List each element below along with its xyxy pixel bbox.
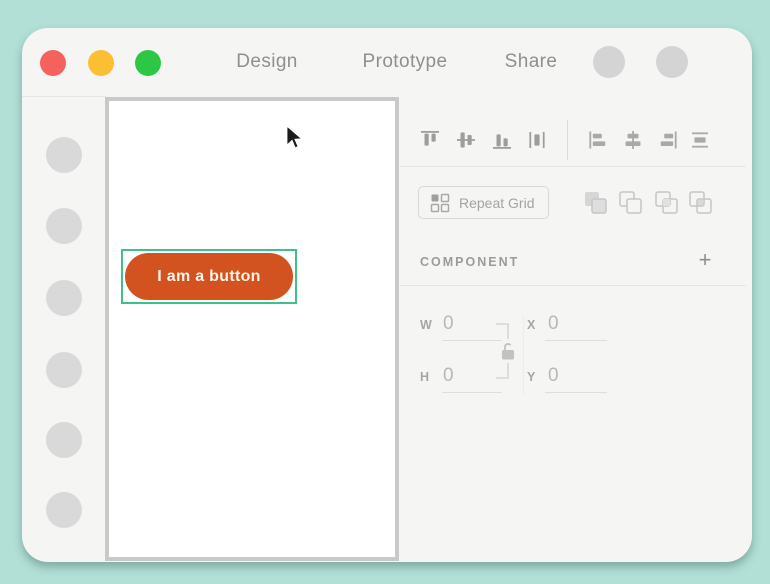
x-field-label: X bbox=[527, 318, 535, 332]
toolbar-tool-4[interactable] bbox=[46, 352, 82, 388]
close-window-button[interactable] bbox=[40, 50, 66, 76]
align-middle-icon[interactable] bbox=[455, 129, 477, 151]
width-field-label: W bbox=[420, 318, 432, 332]
align-group-divider bbox=[567, 120, 568, 160]
y-field-underline bbox=[545, 392, 607, 393]
height-field-underline bbox=[442, 392, 502, 393]
align-center-icon[interactable] bbox=[622, 129, 644, 151]
toolbar-tool-5[interactable] bbox=[46, 422, 82, 458]
header-divider bbox=[22, 96, 106, 97]
lock-aspect-ratio-toggle[interactable] bbox=[482, 318, 518, 384]
lock-icon bbox=[502, 344, 514, 360]
tab-share[interactable]: Share bbox=[505, 51, 558, 73]
tab-design[interactable]: Design bbox=[236, 51, 298, 73]
toolbar-tool-1[interactable] bbox=[46, 137, 82, 173]
app-window: Design Prototype Share I am a button bbox=[22, 28, 752, 562]
minimize-window-button[interactable] bbox=[88, 50, 114, 76]
zoom-window-button[interactable] bbox=[135, 50, 161, 76]
selection-box[interactable]: I am a button bbox=[121, 249, 297, 304]
toolbar-tool-3[interactable] bbox=[46, 280, 82, 316]
height-field[interactable]: 0 bbox=[443, 365, 454, 387]
align-left-icon[interactable] bbox=[587, 129, 609, 151]
y-field[interactable]: 0 bbox=[548, 365, 559, 387]
section-divider-1 bbox=[400, 166, 746, 167]
toolbar-tool-2[interactable] bbox=[46, 208, 82, 244]
x-field-underline bbox=[545, 340, 607, 341]
repeat-grid-label: Repeat Grid bbox=[459, 195, 534, 211]
canvas-button[interactable]: I am a button bbox=[125, 253, 293, 300]
width-field[interactable]: 0 bbox=[443, 313, 454, 335]
artboard-canvas[interactable]: I am a button bbox=[105, 97, 399, 561]
add-component-button[interactable]: + bbox=[693, 248, 717, 272]
align-bottom-icon[interactable] bbox=[491, 129, 513, 151]
component-section-label: COMPONENT bbox=[420, 255, 519, 269]
tab-prototype[interactable]: Prototype bbox=[363, 51, 448, 73]
transform-column-divider bbox=[523, 315, 524, 395]
union-icon[interactable] bbox=[582, 189, 608, 215]
cursor-icon bbox=[281, 123, 307, 153]
header-action-button-1[interactable] bbox=[593, 46, 625, 78]
distribute-horizontal-icon[interactable] bbox=[526, 129, 548, 151]
toolbar-tool-6[interactable] bbox=[46, 492, 82, 528]
exclude-icon[interactable] bbox=[687, 189, 713, 215]
x-field[interactable]: 0 bbox=[548, 313, 559, 335]
subtract-icon[interactable] bbox=[617, 189, 643, 215]
distribute-vertical-icon[interactable] bbox=[689, 129, 711, 151]
header-action-button-2[interactable] bbox=[656, 46, 688, 78]
align-right-icon[interactable] bbox=[657, 129, 679, 151]
y-field-label: Y bbox=[527, 370, 535, 384]
height-field-label: H bbox=[420, 370, 429, 384]
section-divider-2 bbox=[400, 285, 746, 286]
repeat-grid-icon bbox=[430, 193, 450, 213]
repeat-grid-button[interactable]: Repeat Grid bbox=[418, 186, 549, 219]
intersect-icon[interactable] bbox=[653, 189, 679, 215]
align-top-icon[interactable] bbox=[419, 129, 441, 151]
